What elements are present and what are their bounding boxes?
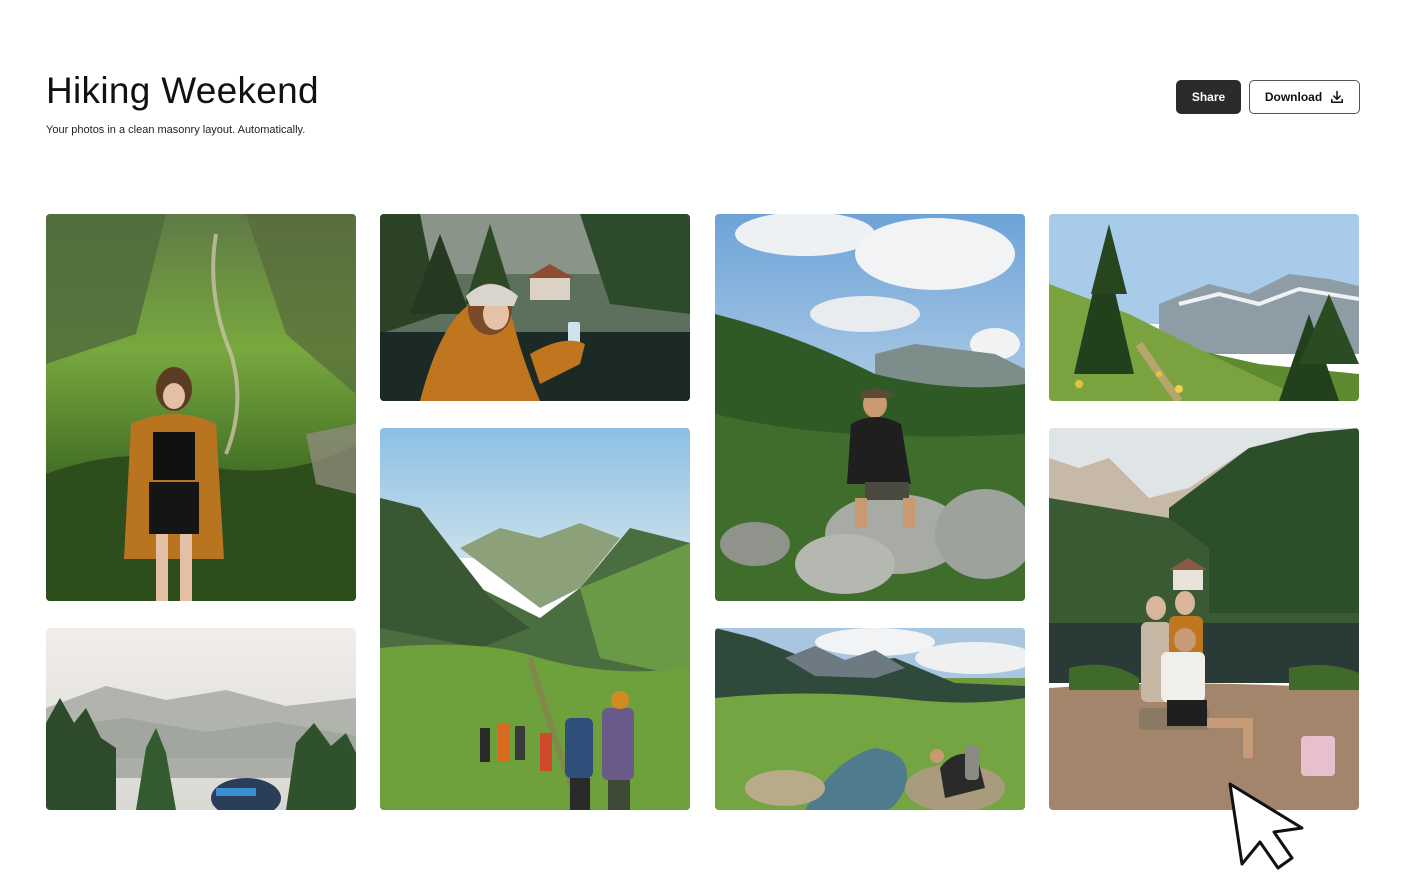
photo-woman-portrait[interactable] — [46, 214, 356, 601]
photo-friends-by-lake[interactable] — [1049, 428, 1359, 810]
photo-hikers-valley[interactable] — [380, 428, 690, 810]
header-actions: Share Download — [1176, 80, 1360, 114]
page-subtitle: Your photos in a clean masonry layout. A… — [46, 124, 306, 136]
share-button-label: Share — [1191, 90, 1226, 104]
download-button[interactable]: Download — [1249, 80, 1360, 114]
photo-woman-by-lake[interactable] — [380, 214, 690, 401]
download-icon — [1330, 90, 1344, 104]
photo-misty-mountains[interactable] — [46, 628, 356, 810]
page-title: Hiking Weekend — [46, 70, 319, 111]
mouse-pointer-icon — [1226, 780, 1306, 872]
gallery-page: Hiking Weekend Your photos in a clean ma… — [0, 0, 1404, 876]
photo-man-on-boulder[interactable] — [715, 214, 1025, 601]
share-button[interactable]: Share — [1176, 80, 1241, 114]
download-button-label: Download — [1264, 90, 1323, 104]
photo-pine-trail[interactable] — [1049, 214, 1359, 401]
photo-mountain-stream[interactable] — [715, 628, 1025, 810]
